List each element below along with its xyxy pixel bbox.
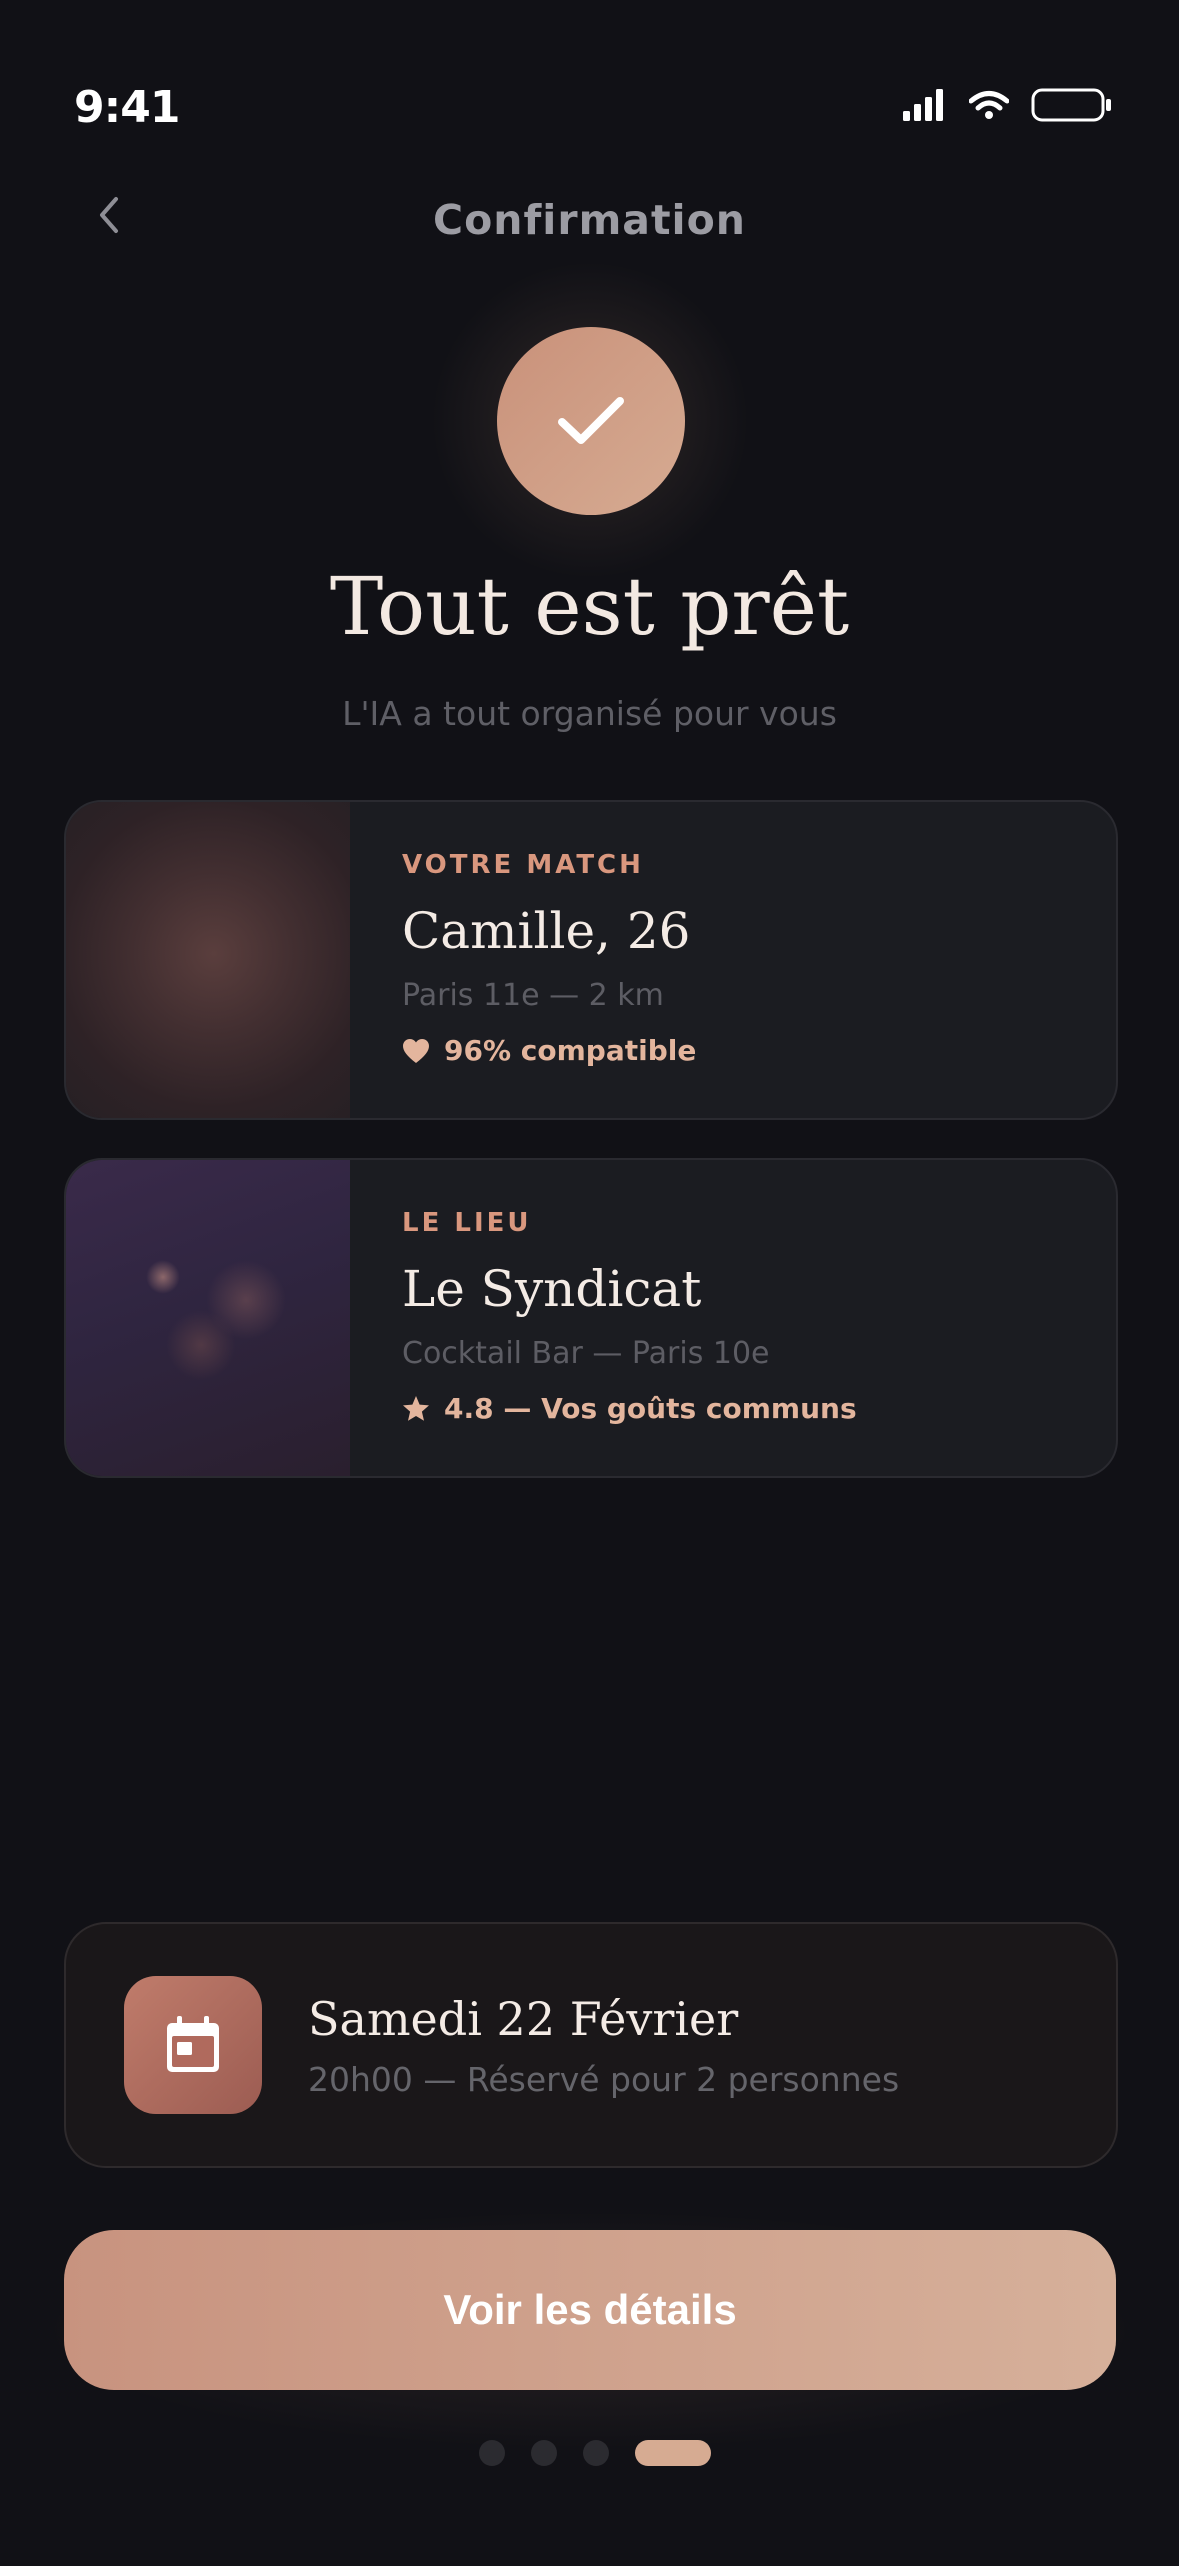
pager-dot-2[interactable] — [530, 2440, 557, 2466]
date-subtitle: 20h00 — Réservé pour 2 personnes — [308, 2060, 900, 2099]
calendar-icon — [167, 2016, 219, 2072]
venue-card[interactable]: LE LIEU Le Syndicat Cocktail Bar — Paris… — [64, 1158, 1118, 1478]
success-badge — [497, 327, 685, 515]
check-icon — [558, 397, 624, 444]
heart-icon — [403, 1038, 429, 1063]
venue-location: Cocktail Bar — Paris 10e — [402, 1336, 770, 1371]
hero-title: Tout est prêt — [329, 560, 850, 653]
match-name: Camille, 26 — [402, 902, 691, 960]
hero-subtitle: L'IA a tout organisé pour vous — [342, 694, 837, 733]
page-title: Confirmation — [433, 196, 746, 244]
pager-dot-4-active[interactable] — [634, 2440, 711, 2466]
status-time: 9:41 — [74, 82, 180, 133]
match-compatibility: 96% compatible — [402, 1034, 696, 1067]
date-icon-tile — [124, 1976, 262, 2114]
pager-dot-3[interactable] — [582, 2440, 609, 2466]
bokeh-light — [166, 1310, 236, 1380]
venue-label: LE LIEU — [402, 1208, 532, 1238]
match-photo — [66, 802, 350, 1118]
date-title: Samedi 22 Février — [308, 1992, 739, 2046]
view-details-button[interactable]: Voir les détails — [64, 2230, 1116, 2390]
confirmation-screen: 9:41 Confirmation Tout est prêt L'IA a t… — [0, 0, 1179, 2566]
match-label: VOTRE MATCH — [402, 850, 644, 880]
wifi-icon — [969, 91, 1009, 119]
status-icons — [903, 88, 1113, 122]
page-indicator — [0, 2440, 1179, 2466]
match-card[interactable]: VOTRE MATCH Camille, 26 Paris 11e — 2 km… — [64, 800, 1118, 1120]
pager-dot-1[interactable] — [478, 2440, 505, 2466]
match-location: Paris 11e — 2 km — [402, 978, 664, 1013]
bokeh-light — [146, 1260, 180, 1294]
rating-text: 4.8 — Vos goûts communs — [444, 1392, 857, 1425]
signal-icon — [903, 89, 943, 121]
view-details-label: Voir les détails — [443, 2286, 737, 2333]
venue-rating: 4.8 — Vos goûts communs — [402, 1392, 857, 1425]
venue-name: Le Syndicat — [402, 1260, 702, 1318]
venue-photo — [66, 1160, 350, 1476]
date-card[interactable]: Samedi 22 Février 20h00 — Réservé pour 2… — [64, 1922, 1118, 2168]
battery-icon — [1031, 88, 1111, 122]
compatibility-text: 96% compatible — [444, 1034, 697, 1067]
star-icon — [403, 1396, 429, 1421]
